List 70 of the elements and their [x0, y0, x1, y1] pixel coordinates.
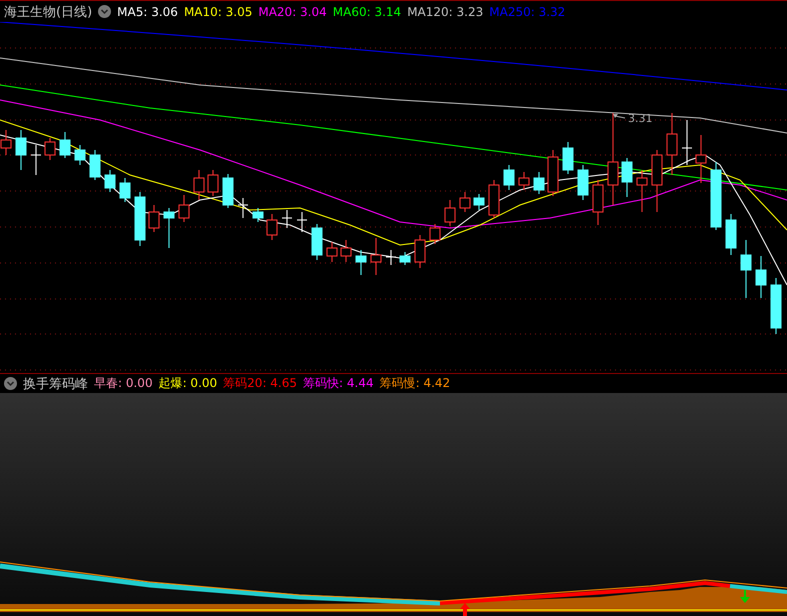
ma-legend: MA120: 3.23 — [407, 4, 484, 18]
candlestick — [252, 208, 264, 222]
candlestick — [30, 144, 42, 176]
candlestick — [740, 240, 752, 298]
candlestick — [770, 278, 782, 334]
candlestick — [444, 200, 456, 226]
candlestick — [710, 162, 722, 230]
ma-legend: MA10: 3.05 — [184, 4, 252, 18]
candlestick — [400, 252, 410, 266]
candlestick — [90, 150, 100, 180]
ma-legend: MA60: 3.14 — [332, 4, 402, 18]
ma-legend: MA5: 3.06 — [117, 4, 178, 18]
dropdown-icon[interactable] — [4, 377, 17, 390]
candlestick — [696, 134, 706, 184]
candlestick — [430, 224, 440, 244]
candlestick — [296, 212, 308, 232]
candlestick — [548, 150, 558, 196]
candlestick — [194, 170, 204, 200]
peak-marker — [613, 114, 626, 118]
candlestick — [120, 178, 130, 202]
candlestick — [282, 210, 292, 228]
candlestick — [148, 204, 160, 232]
down-arrow-icon — [740, 590, 750, 603]
candlestick — [238, 198, 248, 218]
candlestick — [164, 208, 174, 248]
indicator-legend: 早春: 0.00 — [94, 375, 153, 392]
indicator-legend: 起爆: 0.00 — [158, 375, 218, 392]
candlestick — [636, 170, 648, 212]
indicator-title: 换手筹码峰 — [23, 376, 88, 392]
candlestick — [562, 142, 574, 174]
candlestick — [652, 150, 662, 212]
candlestick — [340, 240, 352, 262]
dropdown-icon[interactable] — [98, 5, 112, 18]
candlestick — [414, 234, 426, 268]
indicator-legend: 筹码快: 4.44 — [303, 375, 374, 392]
candlestick — [488, 180, 500, 218]
candlestick — [534, 172, 544, 194]
candlestick — [134, 192, 146, 246]
candlestick — [682, 120, 692, 166]
candlestick — [74, 144, 86, 166]
ma-legend: MA250: 3.32 — [489, 4, 566, 18]
candlestick — [326, 242, 338, 262]
candlestick — [356, 250, 366, 276]
candlestick — [460, 192, 470, 212]
candlestick — [44, 138, 56, 160]
candlestick — [756, 256, 766, 298]
stock-title: 海王生物(日线) — [4, 4, 92, 20]
peak-price-label: 3.31 — [628, 112, 652, 125]
candlestick — [474, 194, 484, 210]
candlestick — [666, 112, 678, 176]
candlestick — [178, 194, 190, 222]
candlestick — [60, 132, 70, 158]
ma-legend: MA20: 3.04 — [258, 4, 327, 18]
indicator-legend: 筹码20: 4.65 — [223, 375, 298, 392]
candlestick — [622, 158, 632, 198]
up-arrow-icon — [460, 603, 470, 616]
candlestick — [208, 170, 218, 196]
candlestick — [578, 164, 588, 200]
candlestick — [16, 130, 26, 170]
candlestick — [222, 174, 234, 208]
candlestick — [104, 170, 116, 192]
indicator-legend: 筹码慢: 4.42 — [380, 375, 450, 392]
candlestick — [504, 164, 514, 190]
candlestick — [266, 214, 278, 240]
candlestick — [592, 180, 604, 226]
candlestick — [370, 238, 382, 276]
candlestick — [386, 250, 396, 266]
candlestick — [518, 172, 530, 190]
candlestick — [726, 214, 736, 256]
candlestick — [312, 224, 322, 260]
